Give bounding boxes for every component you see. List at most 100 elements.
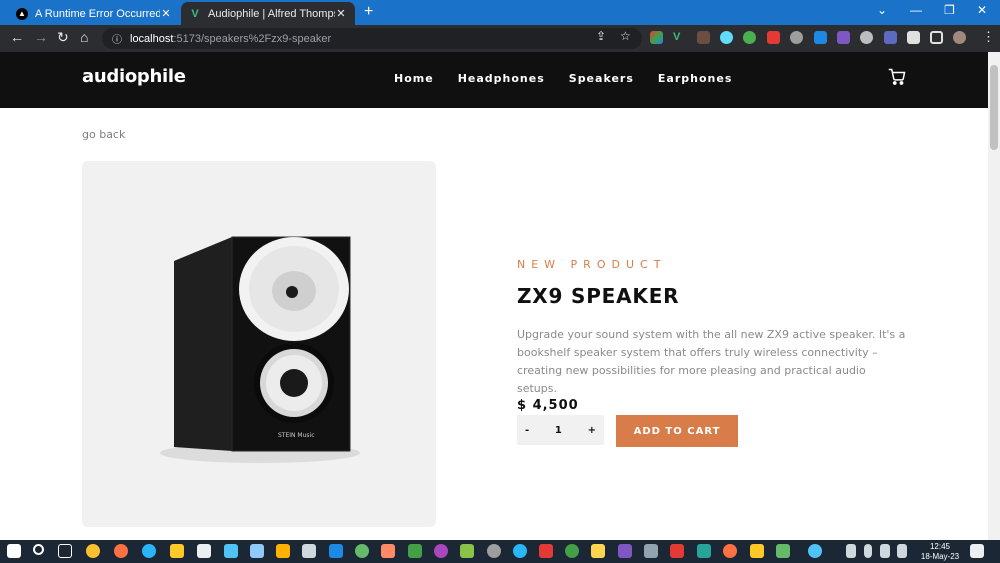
decrement-button[interactable]: - (525, 425, 529, 436)
extension-colorpick-icon[interactable] (650, 31, 663, 44)
side-panel-icon[interactable] (930, 31, 943, 44)
speaker-brand-mark: STEIN Music (278, 432, 315, 439)
extension-gear-icon[interactable] (860, 31, 873, 44)
product-title: ZX9 SPEAKER (517, 284, 680, 308)
home-icon[interactable]: ⌂ (80, 29, 88, 45)
app-icon[interactable] (670, 544, 684, 558)
back-arrow-icon[interactable]: ← (10, 29, 24, 45)
profile-avatar[interactable] (953, 31, 966, 44)
clock-time: 12:45 (929, 542, 951, 551)
battery-icon[interactable] (846, 544, 856, 558)
site-logo[interactable]: audiophile (82, 66, 186, 87)
nav-home[interactable]: Home (394, 72, 434, 85)
tab-search-icon[interactable]: ⌄ (877, 3, 887, 17)
bookmark-star-icon[interactable]: ☆ (620, 29, 631, 43)
product-price: $ 4,500 (517, 398, 579, 413)
app-icon[interactable] (644, 544, 658, 558)
close-tab-icon[interactable]: ✕ (335, 7, 347, 20)
product-image: STEIN Music (82, 161, 436, 527)
vscode-icon[interactable] (329, 544, 343, 558)
taskbar-clock[interactable]: 12:45 18-May-23 (918, 542, 962, 562)
task-view-icon[interactable] (58, 544, 72, 558)
app-icon[interactable] (750, 544, 764, 558)
network-icon[interactable] (897, 544, 907, 558)
new-tab-button[interactable]: + (364, 3, 373, 21)
edge-icon[interactable] (142, 544, 156, 558)
app-icon[interactable] (434, 544, 448, 558)
app-icon[interactable] (776, 544, 790, 558)
url-host: localhost (130, 32, 174, 45)
microphone-icon[interactable] (864, 544, 872, 558)
scrollbar-thumb[interactable] (990, 65, 998, 150)
chrome-icon[interactable] (86, 544, 100, 558)
app-icon[interactable] (697, 544, 711, 558)
site-header: audiophile Home Headphones Speakers Earp… (0, 52, 988, 108)
reload-icon[interactable]: ↻ (57, 29, 69, 46)
extension-vue-icon[interactable]: V (673, 31, 686, 44)
extension-icon[interactable] (767, 31, 780, 44)
add-to-cart-button[interactable]: ADD TO CART (616, 415, 738, 447)
nav-speakers[interactable]: Speakers (569, 72, 634, 85)
app-icon[interactable] (591, 544, 605, 558)
browser-menu-icon[interactable]: ⋮ (982, 29, 995, 45)
minimize-button[interactable]: — (910, 3, 922, 17)
firefox-icon[interactable] (114, 544, 128, 558)
increment-button[interactable]: + (588, 425, 596, 436)
info-icon[interactable]: ⓘ (112, 31, 122, 46)
notifications-icon[interactable] (970, 544, 984, 558)
extension-icon[interactable] (884, 31, 897, 44)
android-studio-icon[interactable] (408, 544, 422, 558)
search-icon[interactable] (33, 544, 44, 555)
cart-icon[interactable] (888, 68, 906, 91)
address-bar[interactable]: ⓘ localhost :5173/speakers%2Fzx9-speaker (102, 28, 642, 49)
extension-icon[interactable] (697, 31, 710, 44)
help-icon[interactable] (808, 544, 822, 558)
app-icon[interactable] (355, 544, 369, 558)
browser-toolbar: ← → ↻ ⌂ ⓘ localhost :5173/speakers%2Fzx9… (0, 25, 1000, 52)
app-icon[interactable] (487, 544, 501, 558)
restore-button[interactable]: ❐ (944, 3, 955, 17)
clock-date: 18-May-23 (920, 552, 960, 561)
app-icon[interactable] (381, 544, 395, 558)
tab-runtime-error[interactable]: ▲ A Runtime Error Occurred – Verce ✕ (8, 2, 180, 25)
go-back-link[interactable]: go back (82, 128, 125, 141)
extension-react-icon[interactable] (720, 31, 733, 44)
quantity-stepper: - 1 + (517, 415, 604, 445)
telegram-icon[interactable] (513, 544, 527, 558)
acrobat-icon[interactable] (539, 544, 553, 558)
nav-earphones[interactable]: Earphones (658, 72, 732, 85)
app-icon[interactable] (460, 544, 474, 558)
extension-wordpress-icon[interactable] (790, 31, 803, 44)
tab-title: Audiophile | Alfred Thompson O (208, 7, 335, 20)
extension-icon[interactable] (814, 31, 827, 44)
app-icon[interactable] (276, 544, 290, 558)
extension-icon[interactable] (743, 31, 756, 44)
windows-taskbar: 12:45 18-May-23 (0, 540, 1000, 563)
app-icon[interactable] (723, 544, 737, 558)
forward-arrow-icon[interactable]: → (34, 29, 48, 45)
mail-icon[interactable] (197, 544, 211, 558)
close-tab-icon[interactable]: ✕ (160, 7, 172, 20)
vercel-icon: ▲ (16, 7, 28, 20)
extensions-puzzle-icon[interactable] (907, 31, 920, 44)
volume-icon[interactable] (880, 544, 890, 558)
share-icon[interactable]: ⇪ (596, 29, 606, 43)
app-icon[interactable] (618, 544, 632, 558)
extension-icon[interactable] (837, 31, 850, 44)
app-icon[interactable] (302, 544, 316, 558)
zx9-speaker-illustration: STEIN Music (160, 236, 360, 463)
url-path: :5173/speakers%2Fzx9-speaker (173, 32, 332, 45)
vue-icon: V (191, 7, 199, 20)
file-explorer-icon[interactable] (170, 544, 184, 558)
nav-headphones[interactable]: Headphones (458, 72, 545, 85)
close-window-button[interactable]: ✕ (977, 3, 987, 17)
whatsapp-icon[interactable] (565, 544, 579, 558)
windows-start-icon[interactable] (7, 544, 21, 558)
app-icon[interactable] (224, 544, 238, 558)
tab-audiophile[interactable]: V Audiophile | Alfred Thompson O ✕ (181, 2, 355, 25)
quantity-value[interactable]: 1 (555, 425, 562, 436)
tray-chevron-icon[interactable] (830, 544, 840, 558)
browser-tab-strip: ▲ A Runtime Error Occurred – Verce ✕ V A… (0, 0, 1000, 25)
store-icon[interactable] (250, 544, 264, 558)
new-product-label: NEW PRODUCT (517, 258, 667, 271)
